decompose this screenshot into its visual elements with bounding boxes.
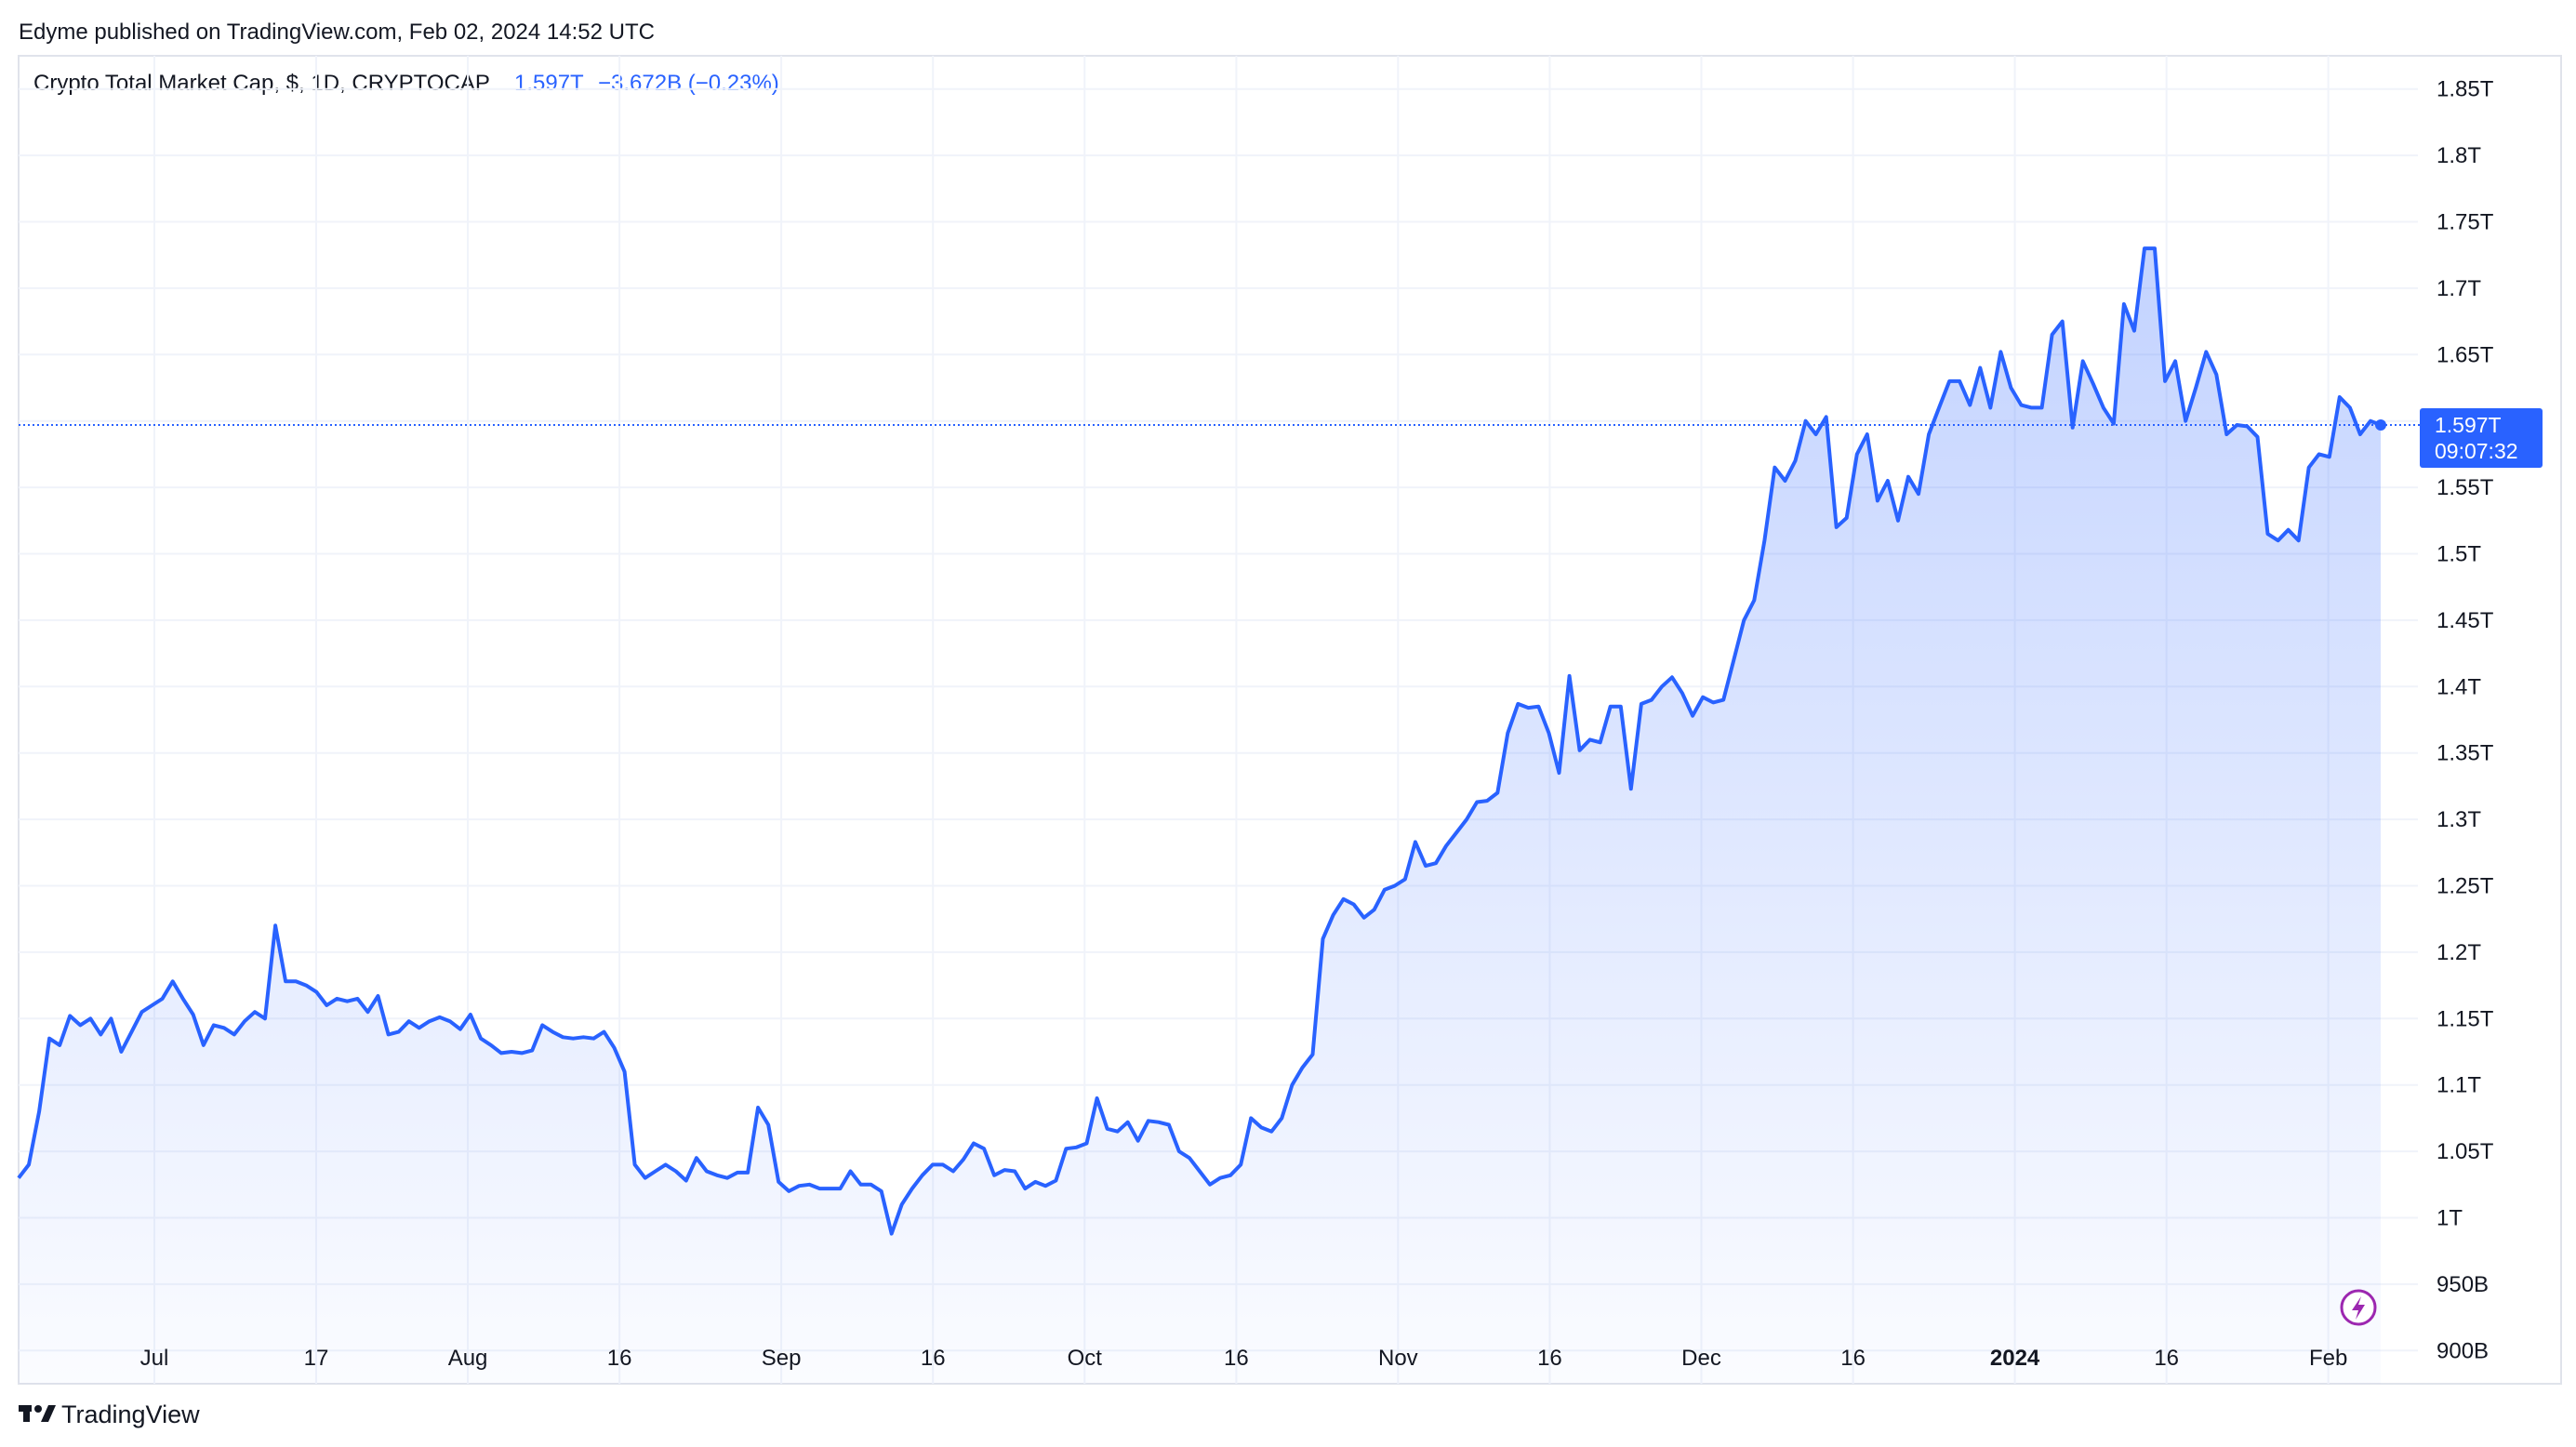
- y-tick-label: 900B: [2437, 1338, 2489, 1363]
- x-tick-label: Sep: [762, 1346, 802, 1371]
- y-axis-labels: 900B 950B 1T 1.05T 1.1T 1.15T 1.2T 1.25T 1.3T 1.3…: [2437, 77, 2494, 1364]
- lightning-icon[interactable]: [2340, 1289, 2377, 1326]
- x-tick-label: 16: [1224, 1346, 1249, 1371]
- published-credit: Edyme published on TradingView.com, Feb …: [19, 20, 655, 45]
- y-tick-label: 1.45T: [2437, 608, 2494, 633]
- change-legend: −3.672B (−0.23%): [598, 71, 779, 96]
- y-tick-label: 1.1T: [2437, 1073, 2481, 1098]
- x-tick-label: Nov: [1378, 1346, 1418, 1371]
- x-tick-label: Oct: [1068, 1346, 1103, 1371]
- y-tick-label: 1.55T: [2437, 475, 2494, 500]
- series-area-group: [19, 248, 2381, 1385]
- price-tag: 1.597T 09:07:32: [2420, 408, 2543, 468]
- y-tick-label: 1.15T: [2437, 1006, 2494, 1031]
- x-axis-labels: Jul 17 Aug 16 Sep 16 Oct 16 Nov 16 Dec 16 2024 16 Feb: [140, 1346, 2348, 1371]
- x-tick-label: Jul: [140, 1346, 169, 1371]
- y-tick-label: 950B: [2437, 1272, 2489, 1297]
- last-value-legend: 1.597T: [514, 71, 584, 96]
- series-area: [19, 248, 2381, 1385]
- y-tick-label: 1T: [2437, 1206, 2463, 1231]
- x-tick-label: 16: [1537, 1346, 1562, 1371]
- y-tick-label: 1.75T: [2437, 210, 2494, 235]
- x-tick-label: 16: [921, 1346, 946, 1371]
- last-point-marker: [2375, 418, 2386, 431]
- x-tick-label: Dec: [1681, 1346, 1721, 1371]
- y-tick-label: 1.3T: [2437, 807, 2481, 832]
- x-tick-label: 16: [2154, 1346, 2179, 1371]
- y-tick-label: 1.4T: [2437, 674, 2481, 699]
- x-tick-label: 2024: [1990, 1346, 2040, 1371]
- footer-brand: TradingView: [61, 1401, 200, 1428]
- price-tag-value: 1.597T: [2435, 413, 2502, 437]
- y-tick-label: 1.2T: [2437, 940, 2481, 965]
- price-tag-countdown: 09:07:32: [2435, 439, 2518, 463]
- chart-canvas: Edyme published on TradingView.com, Feb …: [17, 20, 2562, 1428]
- y-tick-label: 1.5T: [2437, 542, 2481, 567]
- y-tick-label: 1.85T: [2437, 77, 2494, 102]
- y-tick-label: 1.25T: [2437, 874, 2494, 899]
- tradingview-logo-icon[interactable]: [19, 1405, 56, 1422]
- x-tick-label: Aug: [448, 1346, 488, 1371]
- x-tick-label: 17: [304, 1346, 329, 1371]
- x-tick-label: Feb: [2309, 1346, 2347, 1371]
- y-tick-label: 1.35T: [2437, 741, 2494, 766]
- y-tick-label: 1.05T: [2437, 1139, 2494, 1164]
- y-tick-label: 1.8T: [2437, 143, 2481, 168]
- symbol-title: Crypto Total Market Cap, $, 1D, CRYPTOCA…: [33, 71, 490, 96]
- y-tick-label: 1.7T: [2437, 276, 2481, 301]
- x-tick-label: 16: [607, 1346, 632, 1371]
- y-tick-label: 1.65T: [2437, 342, 2494, 367]
- x-tick-label: 16: [1840, 1346, 1866, 1371]
